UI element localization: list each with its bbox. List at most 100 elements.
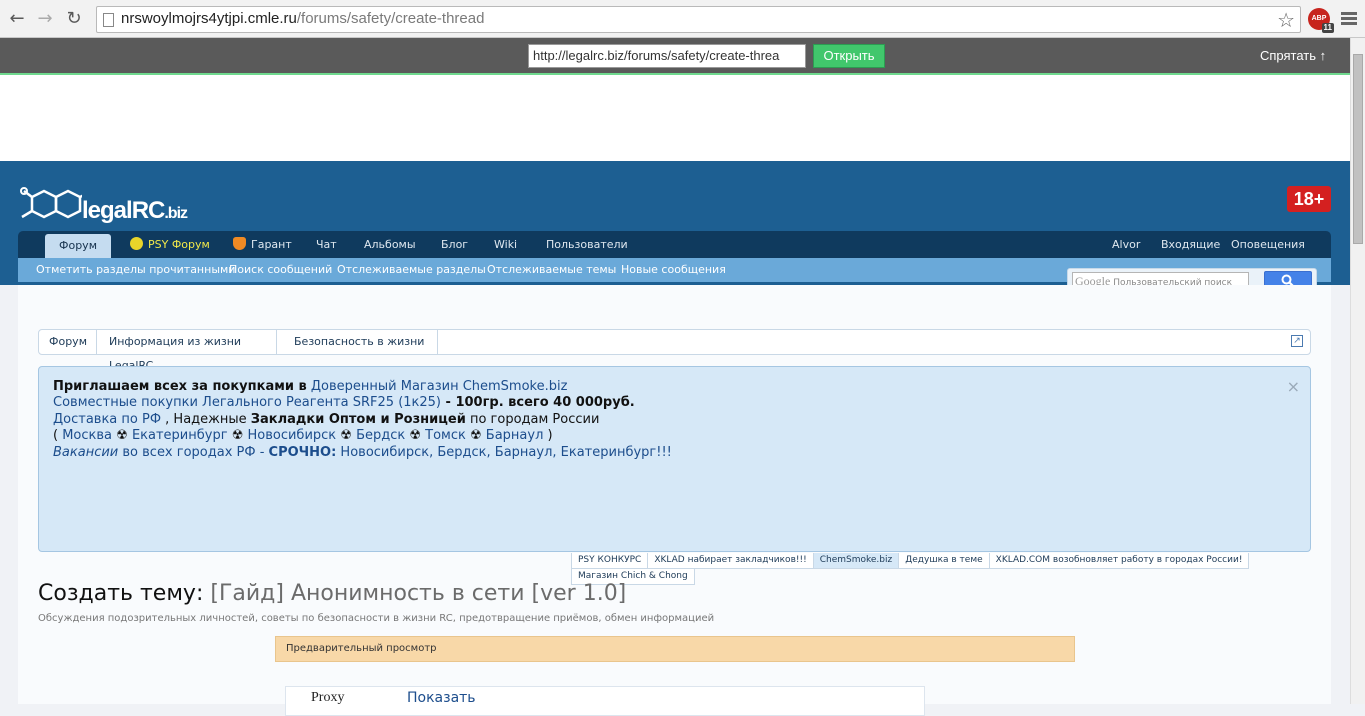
notice-text: во всех городах РФ -: [118, 444, 269, 460]
thread-title: [Гайд] Анонимность в сети [ver 1.0]: [210, 581, 627, 606]
tab-chat[interactable]: Чат: [316, 231, 337, 258]
scrollbar-thumb[interactable]: [1353, 54, 1363, 244]
tab-albums[interactable]: Альбомы: [364, 231, 416, 258]
tab-blog-label: Блог: [441, 238, 469, 251]
watched-threads-link[interactable]: Отслеживаемые темы: [487, 263, 616, 276]
site-logo[interactable]: legalRC.biz: [18, 185, 218, 225]
group-buy-price: - 100гр. всего 40 000руб.: [441, 395, 635, 411]
psy-icon: [130, 237, 143, 250]
notice-bold: Закладки Оптом и Розницей: [250, 411, 466, 427]
abp-label: ABP: [1311, 15, 1327, 22]
ad-space: [0, 75, 1350, 161]
address-bar[interactable]: nrswoylmojrs4ytjpi.cmle.ru/forums/safety…: [96, 6, 1301, 33]
delivery-link[interactable]: Доставка по РФ: [53, 412, 161, 427]
inbox-link[interactable]: Входящие: [1161, 231, 1220, 258]
adblock-plus-icon[interactable]: ABP 11: [1308, 8, 1334, 33]
tab-blog[interactable]: Блог: [441, 231, 468, 258]
shield-icon: [233, 237, 246, 250]
preview-header: Предварительный просмотр: [275, 636, 1075, 662]
notice-lines: Приглашаем всех за покупками в Доверенны…: [53, 379, 672, 461]
notice-tab-xklad-resumes[interactable]: XKLAD.COM возобновляет работу в городах …: [988, 553, 1250, 569]
city-link-tomsk[interactable]: Томск: [425, 428, 466, 443]
arrow-up-icon: ↑: [1319, 48, 1327, 63]
radiation-icon: ☢: [112, 428, 132, 444]
notice-text: Новосибирск, Бердск, Барнаул, Екатеринбу…: [336, 444, 672, 460]
notice-tab-chemsmoke[interactable]: ChemSmoke.biz: [812, 553, 900, 569]
notice-tab-xklad-hiring[interactable]: XKLAD набирает закладчиков!!!: [647, 553, 814, 569]
new-posts-link[interactable]: Новые сообщения: [621, 263, 726, 276]
external-link-icon[interactable]: ↗: [1291, 335, 1303, 347]
notice-tabs: PSY КОНКУРС XKLAD набирает закладчиков!!!…: [571, 553, 1331, 585]
group-buy-link[interactable]: Совместные покупки Легального Реагента S…: [53, 395, 441, 410]
city-link-ekaterinburg[interactable]: Екатеринбург: [132, 428, 228, 443]
close-icon[interactable]: ×: [1287, 377, 1300, 396]
open-button[interactable]: Открыть: [813, 44, 885, 68]
bookmark-star-icon[interactable]: ☆: [1277, 8, 1295, 32]
notice-tab-psy-contest[interactable]: PSY КОНКУРС: [571, 553, 649, 569]
city-link-novosibirsk[interactable]: Новосибирск: [247, 428, 336, 443]
city-link-barnaul[interactable]: Барнаул: [486, 428, 544, 443]
age-badge: 18+: [1287, 186, 1331, 212]
breadcrumb-info[interactable]: Информация из жизни LegalRC: [99, 330, 277, 372]
tab-users-label: Пользователи: [546, 238, 628, 251]
mirror-bar: http://legalrc.biz/forums/safety/create-…: [0, 38, 1350, 75]
tab-guarantee[interactable]: Гарант: [233, 231, 292, 258]
watched-forums-link[interactable]: Отслеживаемые разделы: [337, 263, 486, 276]
title-prefix: Создать тему:: [38, 581, 204, 606]
logo-suffix: .biz: [164, 205, 188, 222]
tab-wiki[interactable]: Wiki: [494, 231, 517, 258]
browser-menu-icon[interactable]: [1341, 10, 1357, 28]
main-navigation: Форум PSY Форум Гарант Чат Альбомы Блог …: [18, 231, 1331, 258]
mirror-url-input[interactable]: http://legalrc.biz/forums/safety/create-…: [528, 44, 806, 68]
alerts-link[interactable]: Оповещения: [1231, 231, 1305, 258]
tab-forum-label: Форум: [59, 239, 97, 252]
vacancies-link[interactable]: Вакансии: [53, 445, 118, 460]
notice-text: по городам России: [465, 411, 600, 427]
page-title: Создать тему: [Гайд] Анонимность в сети …: [38, 581, 626, 606]
notice-paren: (: [53, 428, 63, 444]
page-icon: [103, 13, 114, 27]
notice-tab-grandpa[interactable]: Дедушка в теме: [898, 553, 990, 569]
address-url[interactable]: nrswoylmojrs4ytjpi.cmle.ru/forums/safety…: [121, 10, 484, 27]
city-link-moscow[interactable]: Москва: [62, 428, 112, 443]
molecule-logo-icon: [20, 187, 82, 219]
notice-line-5: Вакансии во всех городах РФ - СРОЧНО: Но…: [53, 445, 672, 461]
radiation-icon: ☢: [227, 428, 248, 444]
notice-block: × Приглашаем всех за покупками в Доверен…: [38, 366, 1311, 552]
notice-line-4: ( Москва ☢ Екатеринбург ☢ Новосибирск ☢ …: [53, 428, 672, 444]
tab-chat-label: Чат: [316, 238, 337, 251]
tab-psy-forum[interactable]: PSY Форум: [130, 231, 210, 258]
breadcrumb-forum[interactable]: Форум: [39, 330, 97, 354]
tab-users[interactable]: Пользователи: [546, 231, 628, 258]
browser-toolbar: ← → ↻ nrswoylmojrs4ytjpi.cmle.ru/forums/…: [0, 0, 1365, 38]
back-arrow-icon[interactable]: ←: [6, 8, 28, 30]
spoiler-box: Proxy Показать: [285, 686, 925, 716]
reload-icon[interactable]: ↻: [63, 8, 85, 30]
logo-name: legalRC: [82, 197, 165, 224]
tab-forum[interactable]: Форум: [45, 234, 111, 258]
tab-albums-label: Альбомы: [364, 238, 416, 251]
tab-psy-label: PSY Форум: [148, 238, 210, 251]
tab-guarantee-label: Гарант: [251, 238, 292, 251]
forum-header: legalRC.biz 18+ Форум PSY Форум Гарант Ч…: [0, 161, 1350, 294]
hide-button[interactable]: Спрятать ↑: [1260, 48, 1326, 63]
user-menu-alvor[interactable]: Alvor: [1112, 231, 1140, 258]
tab-wiki-label: Wiki: [494, 238, 518, 251]
city-link-berdsk[interactable]: Бердск: [356, 428, 405, 443]
username-label: Alvor: [1112, 238, 1141, 251]
notice-line-1: Приглашаем всех за покупками в Доверенны…: [53, 379, 672, 395]
hide-label: Спрятать: [1260, 48, 1317, 63]
url-host: nrswoylmojrs4ytjpi.cmle.ru: [121, 10, 297, 27]
trusted-shop-link[interactable]: Доверенный Магазин ChemSmoke.biz: [311, 379, 568, 394]
forward-arrow-icon[interactable]: →: [34, 8, 56, 30]
radiation-icon: ☢: [465, 428, 486, 444]
search-messages-link[interactable]: Поиск сообщений: [229, 263, 332, 276]
abp-count-badge: 11: [1321, 23, 1334, 33]
notice-invite-text: Приглашаем всех за покупками в: [53, 379, 307, 394]
breadcrumb-safety[interactable]: Безопасность в жизни: [284, 330, 438, 354]
main-content: Форум Информация из жизни LegalRC Безопа…: [18, 285, 1331, 716]
page-scrollbar[interactable]: [1350, 38, 1365, 704]
alerts-label: Оповещения: [1231, 238, 1305, 251]
mark-read-link[interactable]: Отметить разделы прочитанными: [36, 263, 235, 276]
urgent-label: СРОЧНО:: [268, 444, 337, 460]
